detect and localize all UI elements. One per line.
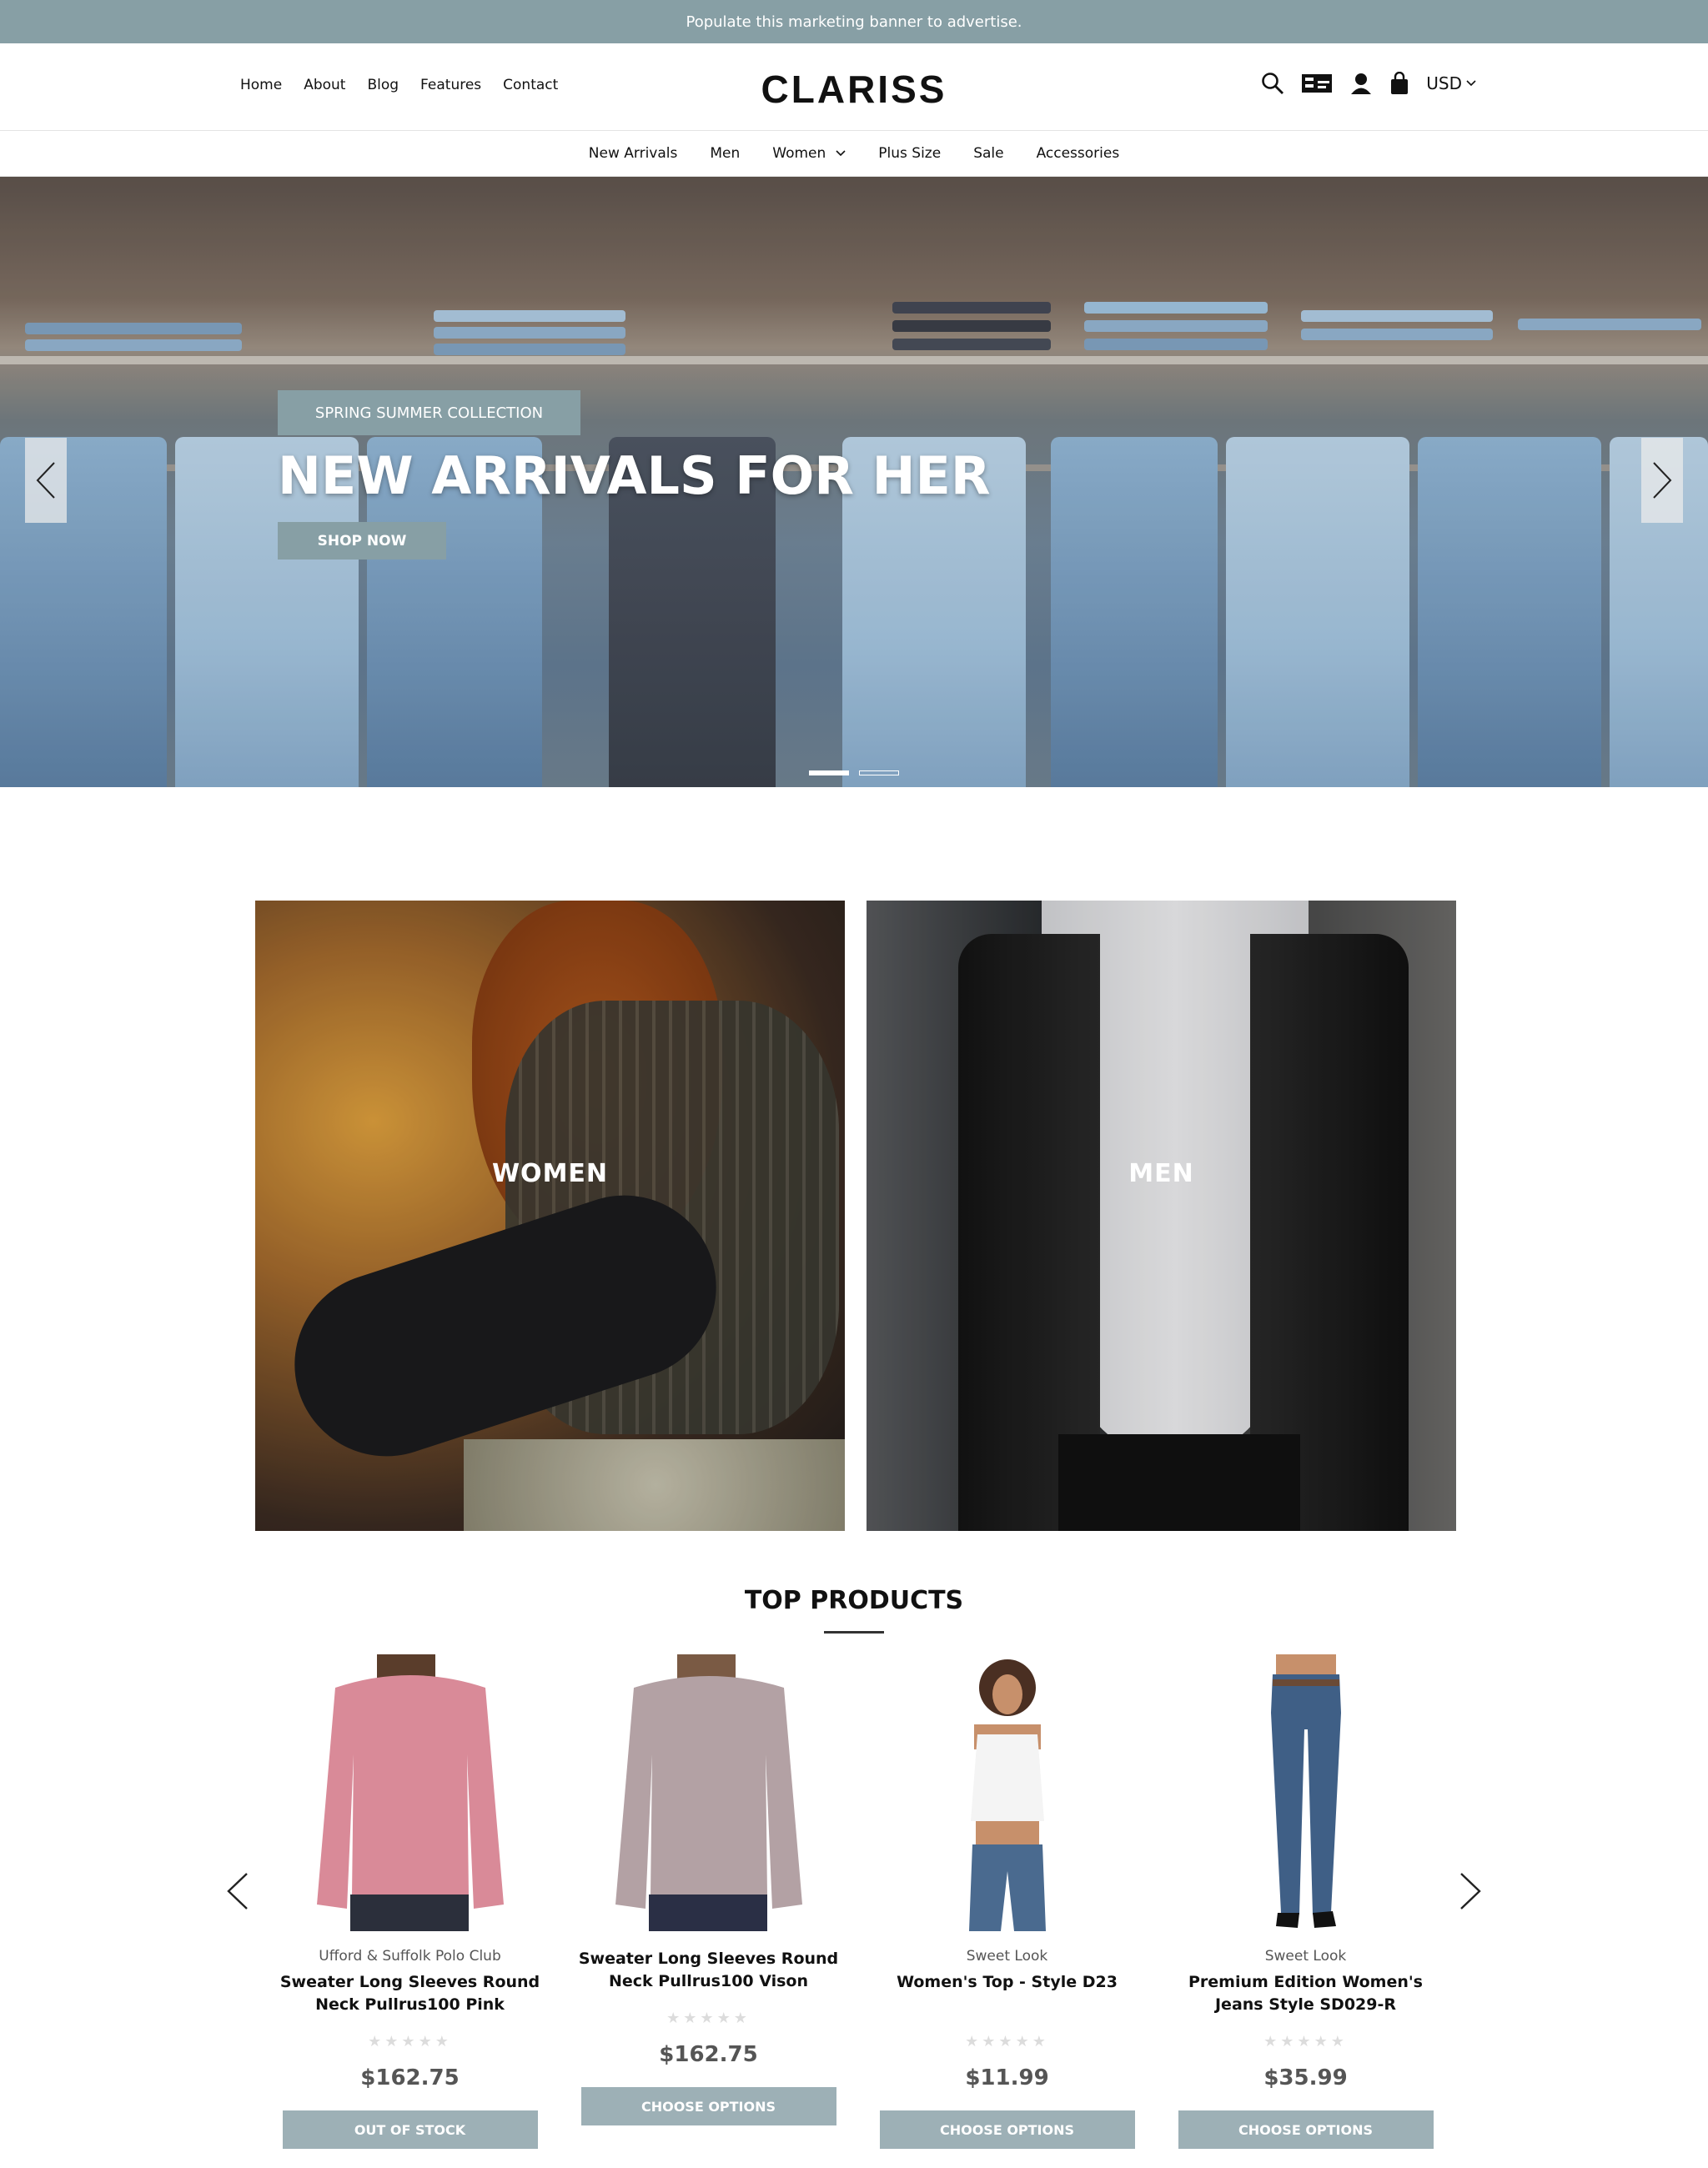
hero-prev-button[interactable]	[25, 438, 67, 523]
product-price: $162.75	[360, 2065, 460, 2090]
category-men-tile[interactable]: MEN	[867, 901, 1456, 1531]
product-name[interactable]: Premium Edition Women's Jeans Style SD02…	[1169, 1971, 1442, 2016]
hero-slider: SPRING SUMMER COLLECTION NEW ARRIVALS FO…	[0, 177, 1708, 787]
shopping-bag-icon[interactable]	[1389, 72, 1409, 95]
product-price: $35.99	[1263, 2065, 1348, 2090]
product-name[interactable]: Sweater Long Sleeves Round Neck Pullrus1…	[274, 1971, 546, 2016]
star-rating: ★★★★★	[1263, 2033, 1348, 2050]
marketing-banner-text: Populate this marketing banner to advert…	[686, 13, 1022, 31]
choose-options-button[interactable]: CHOOSE OPTIONS	[879, 2110, 1135, 2149]
compare-icon[interactable]	[1301, 72, 1333, 95]
product-carousel: Ufford & Suffolk Polo Club Sweater Long …	[274, 1654, 1442, 2149]
category-women-label: WOMEN	[491, 1159, 609, 1188]
product-brand: Ufford & Suffolk Polo Club	[319, 1948, 501, 1965]
product-card: Sweet Look Women's Top - Style D23 ★★★★★…	[871, 1654, 1143, 2149]
product-name[interactable]: Sweater Long Sleeves Round Neck Pullrus1…	[572, 1948, 845, 1993]
nav-sale[interactable]: Sale	[973, 145, 1003, 162]
chevron-left-icon	[227, 1873, 248, 1910]
product-image[interactable]	[1169, 1654, 1442, 1931]
top-products-heading: TOP PRODUCTS	[744, 1586, 964, 1615]
product-card: Sweater Long Sleeves Round Neck Pullrus1…	[572, 1654, 845, 2149]
product-image[interactable]	[572, 1654, 845, 1931]
product-image[interactable]	[871, 1654, 1143, 1931]
chevron-left-icon	[36, 462, 55, 499]
product-brand: Sweet Look	[966, 1948, 1048, 1965]
slider-dot-2[interactable]	[859, 770, 899, 775]
product-card: Ufford & Suffolk Polo Club Sweater Long …	[274, 1654, 546, 2149]
product-brand: Sweet Look	[1264, 1948, 1347, 1965]
product-image[interactable]	[274, 1654, 546, 1931]
currency-selector[interactable]: USD	[1426, 73, 1476, 93]
shop-now-button[interactable]: SHOP NOW	[278, 522, 446, 560]
category-tiles: WOMEN MEN	[255, 901, 1456, 1531]
choose-options-button[interactable]: CHOOSE OPTIONS	[1178, 2110, 1434, 2149]
user-icon[interactable]	[1349, 72, 1373, 95]
star-rating: ★★★★★	[666, 2010, 751, 2027]
category-women-tile[interactable]: WOMEN	[255, 901, 845, 1531]
nav-plus-size[interactable]: Plus Size	[878, 145, 941, 162]
chevron-down-icon	[1466, 80, 1476, 87]
product-price: $162.75	[659, 2042, 758, 2067]
star-rating: ★★★★★	[368, 2033, 452, 2050]
choose-options-button[interactable]: CHOOSE OPTIONS	[580, 2087, 836, 2125]
hero-next-button[interactable]	[1641, 438, 1683, 523]
header-utilities: USD	[1261, 72, 1476, 95]
search-icon[interactable]	[1261, 72, 1284, 95]
category-men-label: MEN	[1128, 1159, 1194, 1188]
main-navigation: New Arrivals Men Women Plus Size Sale Ac…	[0, 131, 1708, 177]
star-rating: ★★★★★	[965, 2033, 1049, 2050]
nav-new-arrivals[interactable]: New Arrivals	[589, 145, 678, 162]
chevron-right-icon	[1653, 462, 1672, 499]
products-next-button[interactable]	[1459, 1872, 1481, 1914]
chevron-down-icon	[836, 150, 846, 157]
slider-dot-1[interactable]	[809, 770, 849, 775]
out-of-stock-button[interactable]: OUT OF STOCK	[282, 2110, 538, 2149]
product-price: $11.99	[965, 2065, 1049, 2090]
products-prev-button[interactable]	[227, 1872, 249, 1914]
hero-title: NEW ARRIVALS FOR HER	[278, 445, 991, 506]
product-card: Sweet Look Premium Edition Women's Jeans…	[1169, 1654, 1442, 2149]
site-header: Home About Blog Features Contact CLARISS…	[0, 43, 1708, 131]
heading-divider	[824, 1631, 884, 1634]
hero-badge: SPRING SUMMER COLLECTION	[278, 390, 580, 435]
currency-label: USD	[1426, 73, 1462, 93]
nav-women[interactable]: Women	[772, 145, 846, 162]
nav-men[interactable]: Men	[710, 145, 740, 162]
nav-accessories[interactable]: Accessories	[1037, 145, 1120, 162]
marketing-banner: Populate this marketing banner to advert…	[0, 0, 1708, 43]
nav-women-label: Women	[772, 145, 826, 162]
chevron-right-icon	[1460, 1873, 1481, 1910]
product-name[interactable]: Women's Top - Style D23	[871, 1971, 1143, 2016]
slider-dots	[809, 770, 899, 775]
